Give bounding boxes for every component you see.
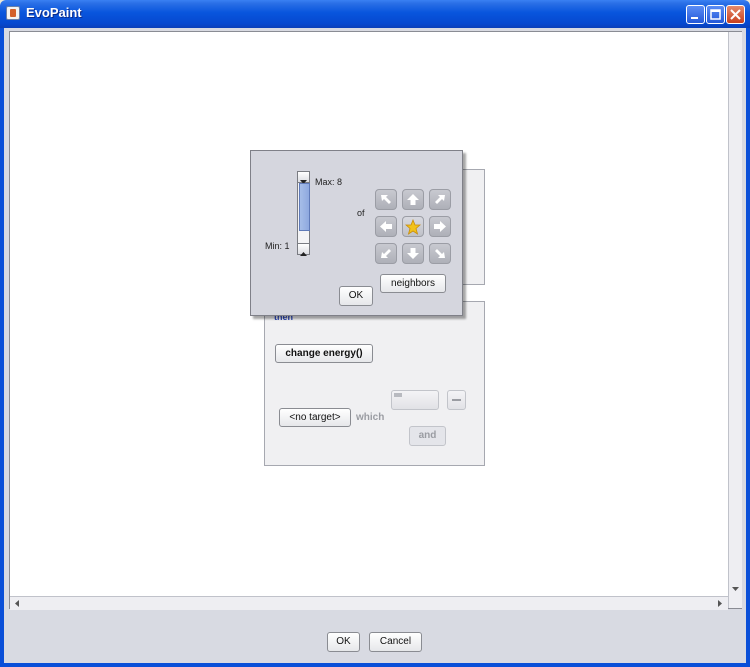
min-label: Min: 1 <box>265 241 290 251</box>
change-energy-button[interactable]: change energy() <box>275 344 373 363</box>
star-icon <box>405 219 421 235</box>
dialog-content: then change energy() <no target> which a… <box>4 28 746 663</box>
direction-down-button[interactable] <box>402 243 424 264</box>
scroll-left-arrow-icon[interactable] <box>13 599 21 608</box>
horizontal-scrollbar[interactable] <box>10 596 728 610</box>
slider-up-button[interactable] <box>297 243 310 256</box>
arrow-right-icon <box>434 221 446 232</box>
of-label: of <box>357 208 365 218</box>
arrow-down-right-icon <box>435 249 445 258</box>
which-label: which <box>356 412 385 423</box>
title-bar[interactable]: EvoPaint <box>0 0 750 28</box>
and-button[interactable]: and <box>409 426 446 446</box>
triangle-up-icon <box>300 252 307 256</box>
cancel-button[interactable]: Cancel <box>369 632 422 652</box>
neighbors-button[interactable]: neighbors <box>380 274 446 293</box>
direction-down-left-button[interactable] <box>375 243 397 264</box>
then-panel: then change energy() <no target> which a… <box>264 301 485 466</box>
range-slider[interactable] <box>297 171 310 256</box>
arrow-up-left-icon <box>381 195 391 204</box>
direction-up-right-button[interactable] <box>429 189 451 210</box>
direction-down-right-button[interactable] <box>429 243 451 264</box>
arrow-down-icon <box>407 248 419 259</box>
window-frame-right <box>746 28 750 667</box>
arrow-up-right-icon <box>435 195 445 204</box>
window-frame-bottom <box>0 663 750 667</box>
remove-qualifier-button[interactable] <box>447 390 466 410</box>
scroll-down-arrow-icon[interactable] <box>731 585 740 593</box>
slider-track[interactable] <box>297 183 310 243</box>
minimize-button[interactable] <box>686 5 705 24</box>
popup-ok-button[interactable]: OK <box>339 286 373 306</box>
arrow-down-left-icon <box>381 249 391 258</box>
close-button[interactable] <box>726 5 745 24</box>
evopaint-window: EvoPaint then change energy() <no target… <box>0 0 750 667</box>
direction-up-button[interactable] <box>402 189 424 210</box>
maximize-icon <box>710 9 721 20</box>
neighbor-range-popup: Max: 8 Min: 1 of neighbors OK <box>250 150 463 316</box>
minimize-icon <box>691 17 698 19</box>
direction-up-left-button[interactable] <box>375 189 397 210</box>
slider-thumb[interactable] <box>299 183 310 231</box>
scroll-right-arrow-icon[interactable] <box>716 599 724 608</box>
close-icon <box>730 9 741 20</box>
arrow-up-icon <box>407 194 419 205</box>
rule-editor-canvas: then change energy() <no target> which a… <box>9 31 742 609</box>
direction-left-button[interactable] <box>375 216 397 237</box>
maximize-button[interactable] <box>706 5 725 24</box>
ok-button[interactable]: OK <box>327 632 360 652</box>
slider-down-button[interactable] <box>297 171 310 184</box>
max-label: Max: 8 <box>315 177 343 187</box>
arrow-left-icon <box>380 221 392 232</box>
qualifier-slider[interactable] <box>391 390 439 410</box>
java-app-icon <box>6 6 20 20</box>
direction-right-button[interactable] <box>429 216 451 237</box>
window-title: EvoPaint <box>26 5 82 20</box>
vertical-scrollbar[interactable] <box>728 32 742 608</box>
direction-self-button[interactable] <box>402 216 424 237</box>
no-target-button[interactable]: <no target> <box>279 408 351 427</box>
